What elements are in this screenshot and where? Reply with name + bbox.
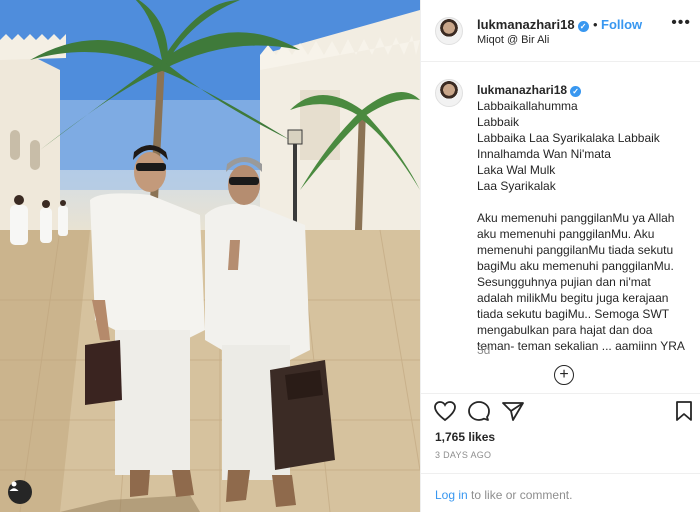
avatar[interactable]	[435, 17, 463, 45]
bookmark-icon[interactable]	[675, 400, 693, 427]
username-text: lukmanazhari18	[477, 17, 575, 32]
post-date[interactable]: 3 DAYS AGO	[435, 450, 491, 460]
separator-dot: •	[593, 17, 598, 32]
caption-username-text: lukmanazhari18	[477, 83, 568, 97]
caption-line: Innalhamda Wan Ni'mata	[477, 147, 611, 161]
post-actions: 1,765 likes 3 DAYS AGO	[421, 393, 700, 473]
caption-avatar[interactable]	[435, 79, 463, 107]
username-link[interactable]: lukmanazhari18 ✓	[477, 17, 589, 32]
post-photo[interactable]	[0, 0, 420, 512]
verified-badge-icon: ✓	[577, 21, 589, 32]
user-tag-icon[interactable]	[8, 480, 32, 504]
location-link[interactable]: Miqot @ Bir Ali	[477, 34, 549, 46]
load-more-comments-button[interactable]: +	[554, 365, 574, 385]
login-link[interactable]: Log in	[435, 488, 468, 502]
caption-paragraph: Aku memenuhi panggilanMu ya Allah aku me…	[477, 211, 685, 353]
caption-line: Labbaika Laa Syarikalaka Labbaik	[477, 131, 660, 145]
verified-badge-icon: ✓	[570, 86, 582, 97]
follow-button[interactable]: Follow	[601, 17, 642, 32]
share-icon[interactable]	[501, 400, 525, 427]
caption-line: Labbaik	[477, 115, 520, 129]
post-side-panel: lukmanazhari18 ✓ • Follow Miqot @ Bir Ali…	[420, 0, 700, 512]
caption-line: Laa Syarikalak	[477, 179, 556, 193]
more-options-icon[interactable]: •••	[671, 14, 691, 32]
photo-illustration	[0, 0, 420, 512]
login-prompt: Log in to like or comment.	[435, 488, 572, 502]
heart-icon[interactable]	[433, 400, 457, 427]
caption-text: lukmanazhari18 ✓ Labbaikallahumma Labbaik…	[477, 82, 689, 354]
caption-line: Laka Wal Mulk	[477, 163, 556, 177]
post-header: lukmanazhari18 ✓ • Follow Miqot @ Bir Ali…	[421, 0, 700, 62]
login-prompt-text: to like or comment.	[467, 488, 573, 502]
caption-first-line: Labbaikallahumma	[477, 99, 578, 113]
caption-username[interactable]: lukmanazhari18 ✓	[477, 83, 582, 97]
caption-time[interactable]: 3d	[477, 343, 490, 357]
login-footer: Log in to like or comment.	[421, 473, 700, 512]
likes-count[interactable]: 1,765 likes	[435, 430, 495, 444]
comment-icon[interactable]	[467, 400, 491, 427]
caption-section: lukmanazhari18 ✓ Labbaikallahumma Labbaik…	[421, 63, 700, 393]
